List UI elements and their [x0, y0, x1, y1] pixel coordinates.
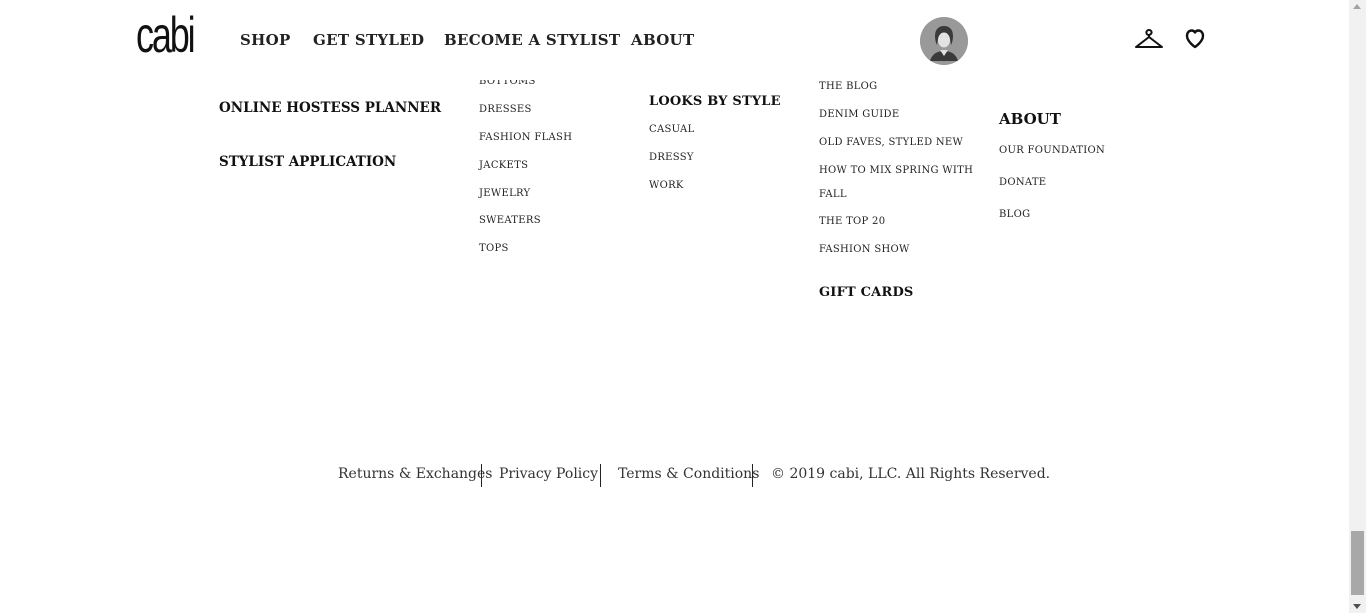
work-link[interactable]: WORK	[649, 180, 684, 191]
nav-become-a-stylist[interactable]: BECOME A STYLIST	[444, 31, 620, 49]
nav-shop[interactable]: SHOP	[240, 31, 291, 49]
site-header: cabi SHOP GET STYLED BECOME A STYLIST AB…	[0, 0, 1349, 80]
page: ONLINE HOSTESS PLANNER STYLIST APPLICATI…	[0, 0, 1349, 613]
fashion-show-link[interactable]: FASHION SHOW	[819, 244, 910, 255]
our-foundation-link[interactable]: OUR FOUNDATION	[999, 145, 1105, 156]
separator	[752, 464, 753, 487]
mix-spring-fall-link[interactable]: HOW TO MIX SPRING WITH	[819, 165, 973, 176]
mix-spring-fall-link-line2[interactable]: FALL	[819, 189, 847, 200]
blog-link[interactable]: BLOG	[999, 209, 1030, 220]
dressy-link[interactable]: DRESSY	[649, 152, 694, 163]
heart-icon[interactable]	[1183, 26, 1207, 54]
denim-guide-link[interactable]: DENIM GUIDE	[819, 109, 899, 120]
nav-about[interactable]: ABOUT	[631, 31, 694, 49]
the-top-20-link[interactable]: THE TOP 20	[819, 216, 885, 227]
jewelry-link[interactable]: JEWELRY	[479, 188, 530, 199]
terms-conditions-link[interactable]: Terms & Conditions	[618, 466, 759, 482]
privacy-policy-link[interactable]: Privacy Policy	[499, 466, 598, 482]
copyright-text: © 2019 cabi, LLC. All Rights Reserved.	[771, 466, 1051, 482]
jackets-link[interactable]: JACKETS	[479, 160, 528, 171]
tops-link[interactable]: TOPS	[479, 243, 509, 254]
the-blog-link[interactable]: THE BLOG	[819, 81, 877, 92]
scroll-down-arrow-icon[interactable]	[1353, 604, 1361, 609]
vertical-scrollbar[interactable]	[1349, 0, 1366, 613]
returns-exchanges-link[interactable]: Returns & Exchanges	[338, 466, 493, 482]
gift-cards-link[interactable]: GIFT CARDS	[819, 285, 914, 300]
hanger-icon[interactable]	[1134, 26, 1164, 56]
dresses-link[interactable]: DRESSES	[479, 104, 532, 115]
stylist-application-link[interactable]: STYLIST APPLICATION	[219, 154, 396, 170]
online-hostess-planner-link[interactable]: ONLINE HOSTESS PLANNER	[219, 100, 441, 116]
user-avatar-icon[interactable]	[920, 17, 968, 65]
cabi-logo[interactable]: cabi	[136, 4, 196, 66]
sweaters-link[interactable]: SWEATERS	[479, 215, 541, 226]
casual-link[interactable]: CASUAL	[649, 124, 695, 135]
scrollbar-thumb[interactable]	[1351, 531, 1364, 595]
separator	[600, 464, 601, 487]
looks-by-style-heading[interactable]: LOOKS BY STYLE	[649, 94, 781, 109]
donate-link[interactable]: DONATE	[999, 177, 1046, 188]
fashion-flash-link[interactable]: FASHION FLASH	[479, 132, 572, 143]
old-faves-link[interactable]: OLD FAVES, STYLED NEW	[819, 137, 963, 148]
about-heading[interactable]: ABOUT	[999, 110, 1061, 128]
nav-get-styled[interactable]: GET STYLED	[313, 31, 424, 49]
scroll-up-arrow-icon[interactable]	[1353, 4, 1361, 9]
separator	[481, 464, 482, 487]
